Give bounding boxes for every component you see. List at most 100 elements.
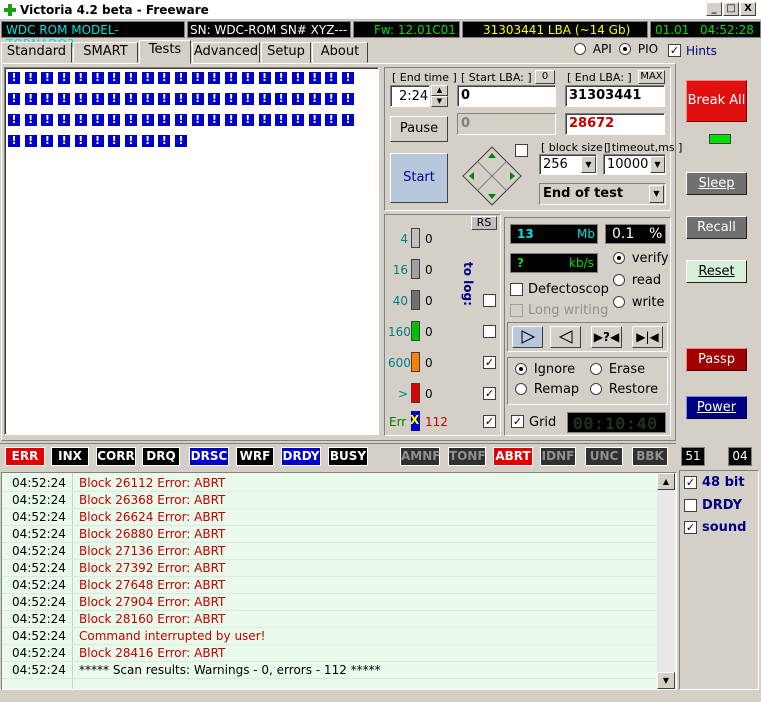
dpad-checkbox[interactable] <box>515 144 528 157</box>
play-forward-icon[interactable] <box>512 326 543 348</box>
status-flag-corr: CORR <box>96 447 136 466</box>
grid-checkbox[interactable]: ✓ <box>511 415 524 428</box>
tab-setup[interactable]: Setup <box>261 42 311 63</box>
read-radio-dot[interactable] <box>613 274 625 286</box>
timing-count: 0 <box>425 325 433 339</box>
log-time: 04:52:24 <box>12 544 66 558</box>
start-button[interactable]: Start <box>390 153 448 203</box>
ignore-radio-dot[interactable] <box>515 363 527 375</box>
tab-smart[interactable]: SMART <box>73 42 138 63</box>
block-size-chevron-down-icon[interactable]: ▼ <box>581 156 596 173</box>
sleep-button[interactable]: Sleep <box>686 172 747 195</box>
timing-log-checkbox[interactable]: ✓ <box>483 356 496 369</box>
end-action-select[interactable]: End of test ▼ <box>539 183 666 205</box>
rs-button[interactable]: RS <box>471 216 497 230</box>
block-cell: ! <box>341 71 355 85</box>
timeout-value: 10000 <box>607 157 649 172</box>
close-button[interactable]: X <box>740 2 756 16</box>
write-radio-dot[interactable] <box>613 296 625 308</box>
long-writing-checkbox[interactable] <box>510 304 523 317</box>
scan-random-icon[interactable]: ▶?◀ <box>591 326 622 348</box>
time-display: 04:52:28 <box>700 23 754 37</box>
end-time-field[interactable]: 2:24 <box>390 85 430 107</box>
pause-button[interactable]: Pause <box>390 116 448 142</box>
bit48-checkbox[interactable]: ✓ <box>684 476 697 489</box>
remap-radio[interactable]: Remap <box>515 382 579 399</box>
percent-display: 0.1 % <box>605 224 666 244</box>
remap-radio-dot[interactable] <box>515 383 527 395</box>
break-all-button[interactable]: Break All <box>686 80 747 122</box>
tab-about[interactable]: About <box>312 42 368 63</box>
block-size-select[interactable]: 256 ▼ <box>539 154 597 175</box>
tab-tests[interactable]: Tests <box>139 40 191 64</box>
verify-radio-dot[interactable] <box>613 252 625 264</box>
timeout-select[interactable]: 10000 ▼ <box>603 154 666 175</box>
tab-advanced[interactable]: Advanced <box>192 42 260 63</box>
log-scrollbar[interactable]: ▲ ▼ <box>657 473 675 689</box>
passp-button[interactable]: Passp <box>686 348 747 371</box>
timing-log-checkbox[interactable]: ✓ <box>483 387 496 400</box>
timeout-chevron-down-icon[interactable]: ▼ <box>650 156 665 173</box>
log-message: Block 27136 Error: ABRT <box>79 544 226 558</box>
hints-checkbox[interactable]: ✓ <box>668 44 681 57</box>
scan-butterfly-icon[interactable]: ▶|◀ <box>632 326 663 348</box>
direction-pad[interactable] <box>462 146 522 206</box>
end-lba-input[interactable]: 31303441 <box>565 85 665 107</box>
timing-count: 0 <box>425 232 433 246</box>
recall-button[interactable]: Recall <box>686 216 747 239</box>
api-radio[interactable]: API <box>574 42 612 58</box>
log-row: 04:52:24 Block 27648 Error: ABRT <box>2 577 657 594</box>
ignore-radio[interactable]: Ignore <box>515 362 575 379</box>
end-time-up-icon[interactable]: ▲ <box>431 85 448 96</box>
restore-radio[interactable]: Restore <box>590 382 658 399</box>
timing-label: 160 <box>388 325 411 339</box>
block-cell: ! <box>73 113 88 127</box>
erase-radio-dot[interactable] <box>590 363 602 375</box>
timing-bar <box>411 383 420 403</box>
timing-log-checkbox[interactable] <box>483 325 496 338</box>
timing-log-checkbox[interactable] <box>483 294 496 307</box>
log-row: 04:52:24 Block 27392 Error: ABRT <box>2 560 657 577</box>
restore-radio-dot[interactable] <box>590 383 602 395</box>
log-row: 04:52:24 Block 26368 Error: ABRT <box>2 492 657 509</box>
maximize-button[interactable]: □ <box>723 2 739 16</box>
block-cell: ! <box>257 71 272 85</box>
scroll-up-icon[interactable]: ▲ <box>657 473 675 490</box>
block-cell: ! <box>224 71 239 85</box>
erase-radio[interactable]: Erase <box>590 362 645 379</box>
end-lba-value: 31303441 <box>569 88 642 103</box>
drdy-label: DRDY <box>702 498 743 513</box>
minimize-button[interactable]: _ <box>706 2 722 16</box>
block-cell: ! <box>157 113 172 127</box>
block-cell: ! <box>107 134 122 148</box>
drdy-checkbox[interactable] <box>684 499 697 512</box>
reset-button[interactable]: Reset <box>686 260 747 283</box>
timing-bar <box>411 321 420 341</box>
timing-label: 40 <box>392 294 408 308</box>
pio-radio[interactable]: PIO <box>619 42 658 58</box>
play-backward-icon[interactable] <box>550 326 581 348</box>
defectoscop-checkbox[interactable] <box>510 283 523 296</box>
log-row: 04:52:24 Command interrupted by user! <box>2 628 657 645</box>
api-radio-dot[interactable] <box>574 43 586 55</box>
verify-radio[interactable]: verify <box>613 251 669 268</box>
timing-bar <box>411 259 420 279</box>
err-log-checkbox[interactable]: ✓ <box>483 415 496 428</box>
end-time-down-icon[interactable]: ▼ <box>431 96 448 107</box>
block-cell: ! <box>274 71 289 85</box>
block-cell: ! <box>174 134 188 148</box>
block-cell: ! <box>40 113 55 127</box>
current-end-value: 28672 <box>569 116 615 131</box>
end-lba-max-button[interactable]: MAX <box>638 70 665 84</box>
end-action-chevron-down-icon[interactable]: ▼ <box>649 185 664 203</box>
start-lba-input[interactable]: 0 <box>457 85 556 107</box>
tab-standard[interactable]: Standard <box>1 42 72 63</box>
pio-radio-dot[interactable] <box>619 43 631 55</box>
sound-checkbox[interactable]: ✓ <box>684 521 697 534</box>
write-radio[interactable]: write <box>613 295 665 312</box>
read-radio[interactable]: read <box>613 273 661 290</box>
start-lba-zero-button[interactable]: 0 <box>535 70 555 84</box>
timing-bar <box>411 228 420 248</box>
scroll-down-icon[interactable]: ▼ <box>657 672 675 689</box>
power-button[interactable]: Power <box>686 396 747 419</box>
